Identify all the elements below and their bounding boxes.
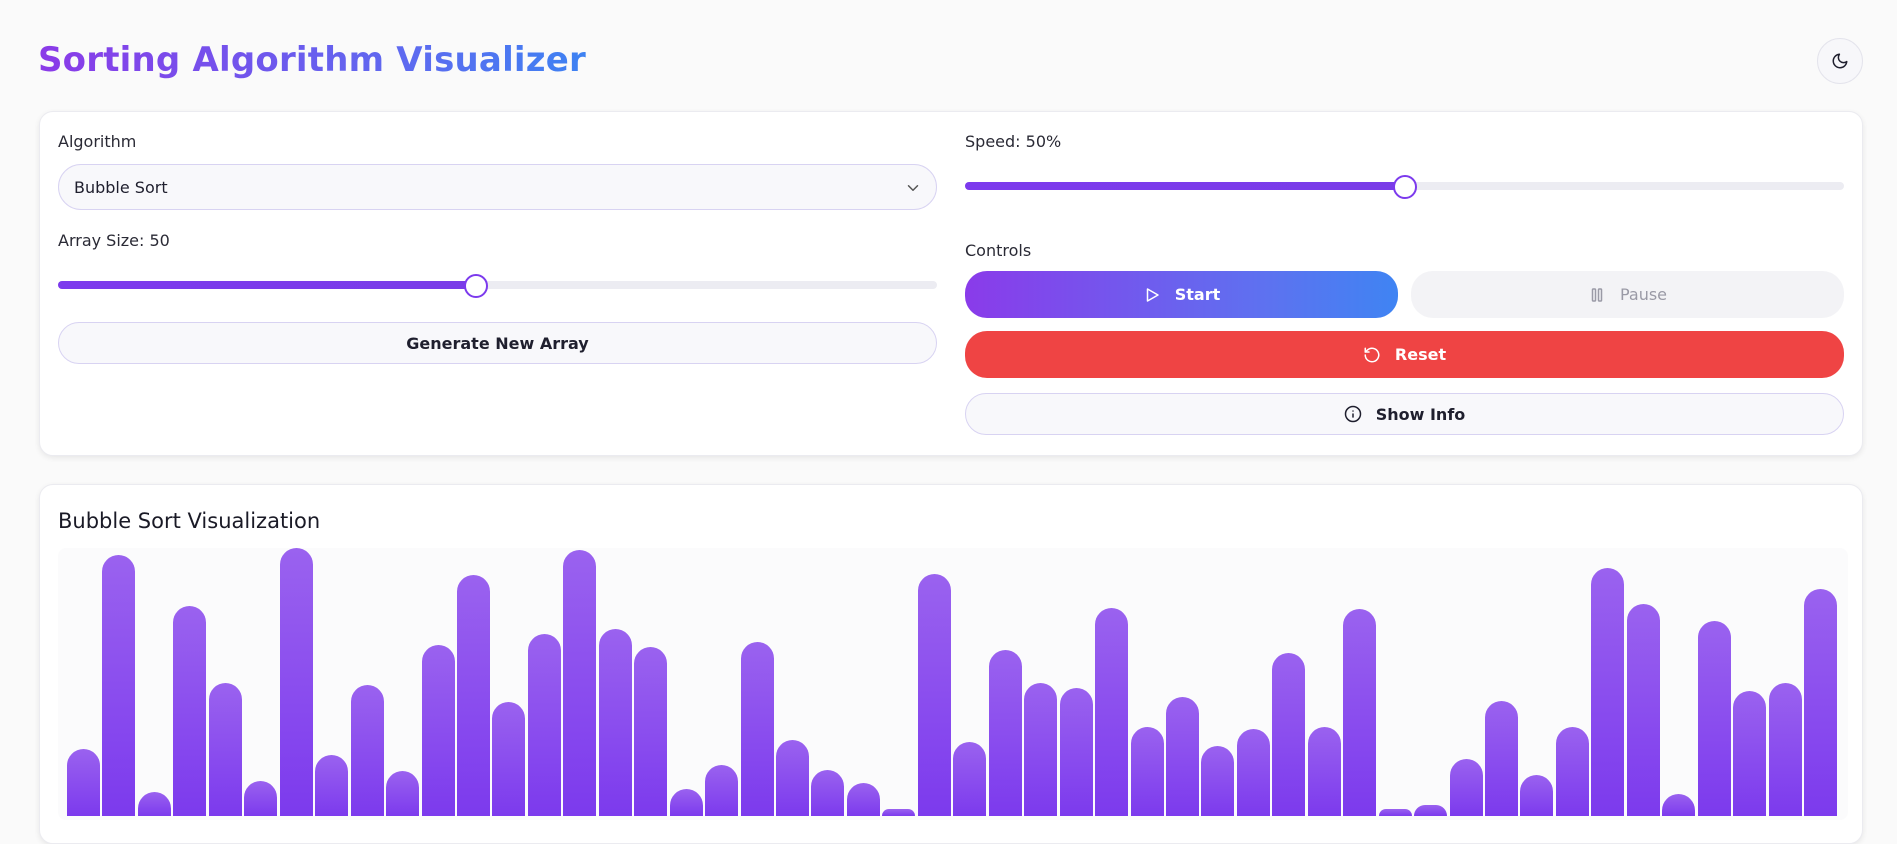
array-bar bbox=[527, 634, 561, 816]
array-bar bbox=[1733, 691, 1767, 816]
pause-icon bbox=[1591, 287, 1603, 302]
speed-thumb[interactable] bbox=[1392, 175, 1417, 199]
controls-panel: Algorithm Bubble Sort Array Size: 50 Gen… bbox=[39, 111, 1863, 456]
algorithm-label: Algorithm bbox=[58, 132, 137, 151]
array-bar bbox=[456, 575, 490, 816]
array-bar bbox=[67, 749, 100, 816]
array-bar bbox=[1662, 794, 1696, 816]
array-bar bbox=[1555, 727, 1589, 816]
array-bar bbox=[1520, 775, 1554, 816]
theme-toggle-button[interactable] bbox=[1817, 38, 1863, 84]
show-info-button[interactable]: Show Info bbox=[965, 393, 1844, 435]
array-bar bbox=[917, 574, 951, 816]
array-bar bbox=[421, 645, 455, 816]
array-bar bbox=[988, 650, 1022, 816]
array-bar bbox=[776, 740, 809, 816]
controls-label: Controls bbox=[965, 241, 1032, 260]
array-bar bbox=[137, 792, 171, 816]
start-button[interactable]: Start bbox=[965, 271, 1398, 318]
array-bar bbox=[1236, 729, 1270, 816]
speed-fill bbox=[965, 182, 1405, 190]
pause-button[interactable]: Pause bbox=[1411, 271, 1844, 318]
reset-icon bbox=[1364, 347, 1380, 362]
array-bar bbox=[1165, 697, 1199, 816]
array-bar bbox=[563, 550, 597, 816]
array-bar bbox=[598, 629, 632, 816]
array-bar bbox=[279, 548, 313, 816]
array-bar bbox=[1626, 604, 1660, 816]
array-bar bbox=[740, 642, 774, 816]
array-bar bbox=[882, 809, 916, 816]
array-bar bbox=[1697, 621, 1731, 816]
bar-chart-area bbox=[58, 548, 1848, 820]
play-icon bbox=[1146, 287, 1159, 302]
array-bar bbox=[1343, 609, 1377, 816]
speed-slider[interactable] bbox=[965, 175, 1844, 199]
array-bar bbox=[1591, 568, 1625, 816]
array-bar bbox=[705, 765, 739, 816]
algorithm-selected-value: Bubble Sort bbox=[74, 177, 168, 197]
app-header: Sorting Algorithm Visualizer bbox=[38, 36, 1863, 86]
array-bar bbox=[1307, 727, 1341, 816]
array-bar bbox=[102, 555, 136, 816]
speed-label: Speed: 50% bbox=[965, 132, 1062, 151]
array-bar bbox=[492, 702, 526, 816]
visualization-title: Bubble Sort Visualization bbox=[58, 509, 321, 533]
array-bar bbox=[173, 606, 207, 816]
visualization-panel: Bubble Sort Visualization bbox=[39, 484, 1863, 844]
page-title: Sorting Algorithm Visualizer bbox=[38, 40, 586, 80]
array-bar bbox=[1059, 688, 1093, 816]
array-bar bbox=[1130, 727, 1164, 816]
array-bar bbox=[1768, 683, 1802, 816]
array-bar bbox=[846, 783, 880, 816]
array-bar bbox=[669, 789, 703, 816]
info-icon bbox=[1344, 405, 1361, 423]
array-bar bbox=[1414, 805, 1448, 816]
pause-label: Pause bbox=[1619, 285, 1668, 304]
generate-array-button[interactable]: Generate New Array bbox=[58, 322, 937, 364]
algorithm-select[interactable]: Bubble Sort bbox=[58, 164, 937, 210]
array-bar bbox=[386, 771, 420, 816]
array-size-fill bbox=[58, 281, 476, 289]
array-bar bbox=[634, 647, 668, 816]
array-bar bbox=[811, 770, 845, 816]
reset-button[interactable]: Reset bbox=[965, 331, 1844, 378]
array-bar bbox=[953, 742, 987, 816]
generate-array-label: Generate New Array bbox=[406, 333, 589, 353]
array-bar bbox=[244, 781, 278, 816]
array-bar bbox=[1485, 701, 1518, 816]
array-bar bbox=[1024, 683, 1058, 816]
array-bar bbox=[1378, 809, 1412, 816]
array-bar bbox=[1201, 746, 1235, 816]
array-size-slider[interactable] bbox=[58, 274, 937, 298]
array-bar bbox=[1095, 608, 1129, 816]
moon-icon bbox=[1832, 53, 1848, 69]
array-bar bbox=[1272, 653, 1306, 816]
array-bar bbox=[350, 685, 384, 816]
start-label: Start bbox=[1174, 285, 1221, 304]
chevron-down-icon bbox=[907, 185, 919, 191]
array-size-label: Array Size: 50 bbox=[58, 231, 170, 250]
array-bar bbox=[1449, 759, 1483, 816]
array-bar bbox=[208, 683, 242, 816]
array-size-thumb[interactable] bbox=[463, 274, 488, 298]
reset-label: Reset bbox=[1394, 345, 1447, 364]
show-info-label: Show Info bbox=[1375, 404, 1466, 424]
array-bar bbox=[1804, 589, 1838, 816]
array-bar bbox=[315, 755, 349, 816]
